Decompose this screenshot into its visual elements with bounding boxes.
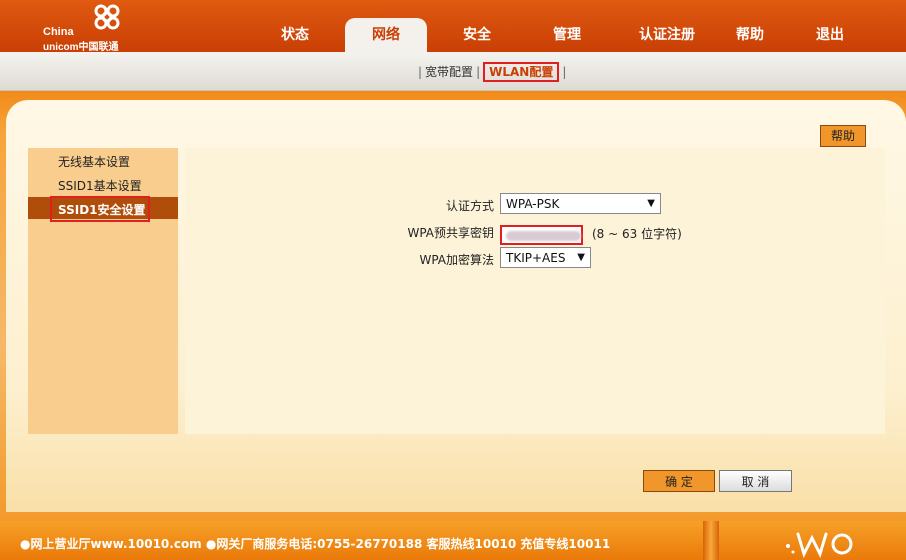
sub-nav: | 宽带配置 | WLAN配置 | (0, 52, 906, 91)
wo-brand-logo (786, 532, 853, 559)
nav-auth-register[interactable]: 认证注册 (617, 20, 717, 52)
ok-button[interactable]: 确 定 (643, 470, 715, 492)
sidebar-item-ssid1-basic[interactable]: SSID1基本设置 (28, 173, 178, 195)
nav-management[interactable]: 管理 (527, 20, 607, 52)
sidebar-item-label: SSID1基本设置 (58, 179, 142, 193)
china-unicom-logo: China unicom中国联通 (40, 3, 140, 53)
footer-divider (703, 521, 719, 560)
cancel-button[interactable]: 取 消 (719, 470, 792, 492)
wpa-encryption-value: TKIP+AES (506, 251, 566, 265)
form-area (185, 148, 885, 434)
nav-help[interactable]: 帮助 (720, 20, 780, 52)
dropdown-arrow-icon: ▼ (577, 252, 585, 263)
top-header: China unicom中国联通 状态 网络 安全 管理 认证注册 帮助 退出 (0, 0, 906, 53)
brand-line2: unicom中国联通 (43, 42, 119, 53)
sidebar-item-label: 无线基本设置 (58, 155, 131, 169)
sidebar-item-label: SSID1安全设置 (58, 203, 146, 217)
subnav-broadband-config[interactable]: 宽带配置 (425, 65, 473, 79)
divider: | (418, 65, 423, 79)
wpa-encryption-select[interactable]: TKIP+AES ▼ (500, 247, 591, 268)
sidebar: 无线基本设置 SSID1基本设置 SSID1安全设置 (28, 148, 178, 434)
wpa-encryption-label: WPA加密算法 (419, 253, 494, 267)
divider: | (476, 65, 481, 79)
nav-status[interactable]: 状态 (255, 20, 335, 52)
nav-security[interactable]: 安全 (437, 20, 517, 52)
auth-method-select[interactable]: WPA-PSK ▼ (500, 193, 661, 214)
masked-key-value (506, 231, 581, 241)
help-button[interactable]: 帮助 (820, 125, 866, 147)
auth-method-label: 认证方式 (445, 199, 494, 213)
divider: | (562, 65, 567, 79)
sub-nav-links: | 宽带配置 | WLAN配置 | (415, 62, 569, 82)
sidebar-item-wireless-basic[interactable]: 无线基本设置 (28, 149, 178, 171)
nav-network[interactable]: 网络 (345, 18, 427, 52)
wpa-key-input[interactable] (500, 225, 583, 245)
footer: ●网上营业厅www.10010.com ●网关厂商服务电话:0755-26770… (0, 521, 906, 560)
unicom-knot-icon (94, 4, 120, 30)
footer-info: ●网上营业厅www.10010.com ●网关厂商服务电话:0755-26770… (20, 537, 611, 551)
brand-line1: China (43, 26, 74, 38)
wpa-key-hint: (8 ~ 63 位字符) (592, 227, 682, 241)
auth-method-value: WPA-PSK (506, 197, 560, 211)
subnav-wlan-config[interactable]: WLAN配置 (483, 62, 560, 82)
dropdown-arrow-icon: ▼ (647, 198, 655, 209)
nav-logout[interactable]: 退出 (800, 20, 860, 52)
wpa-key-label: WPA预共享密钥 (407, 226, 494, 240)
sidebar-item-ssid1-security[interactable]: SSID1安全设置 (28, 196, 178, 222)
